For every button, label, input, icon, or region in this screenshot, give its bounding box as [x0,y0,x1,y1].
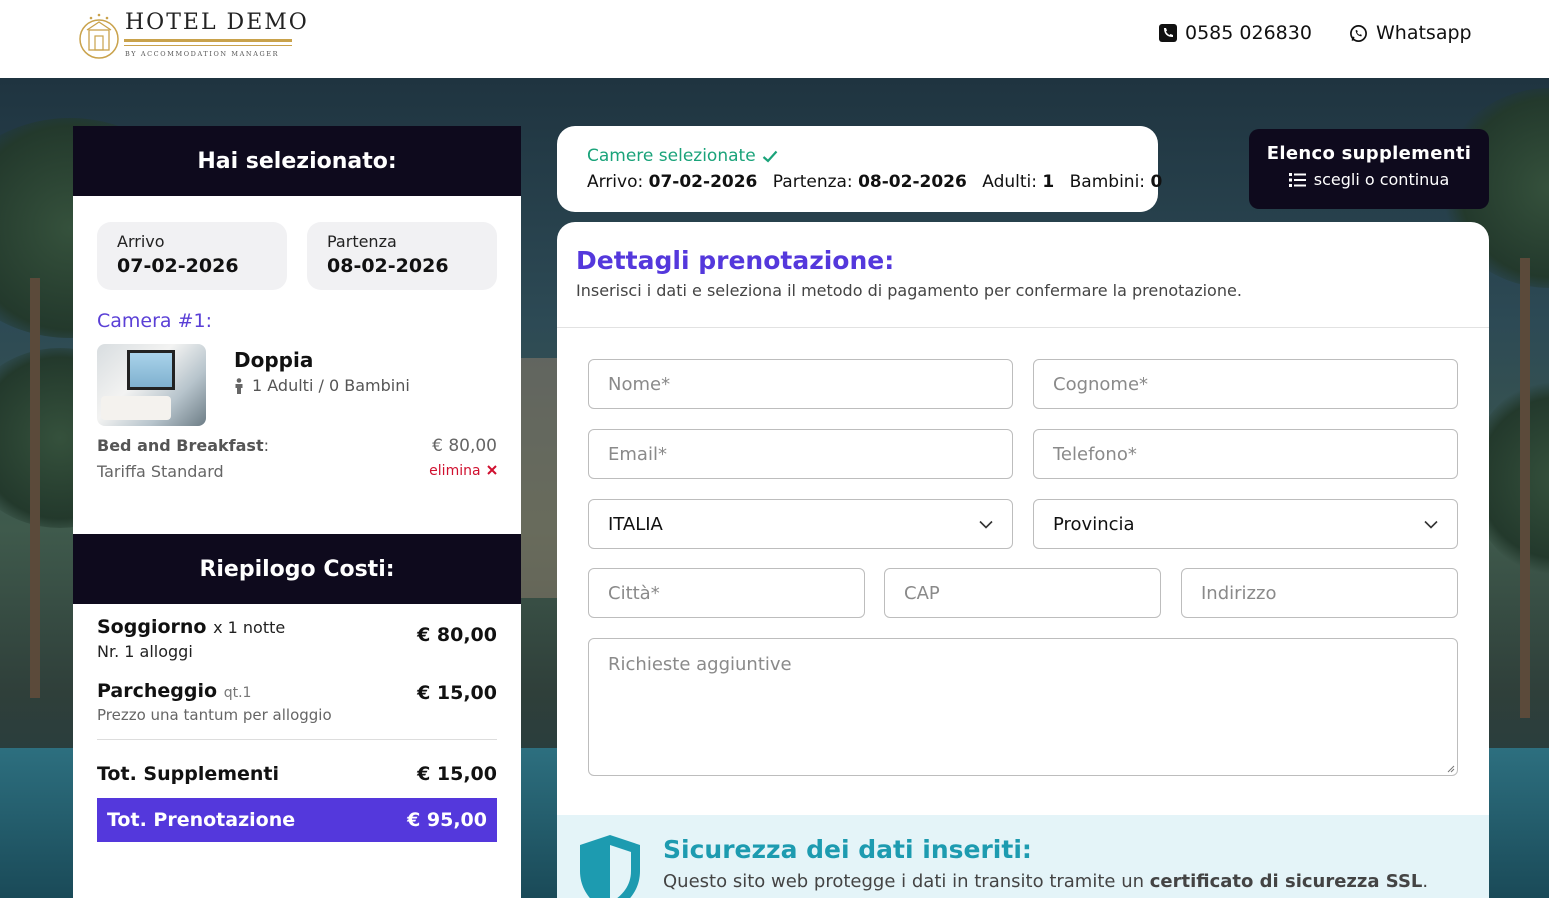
summary-departure-label: Partenza: [772,172,853,192]
security-text-bold: certificato di sicurezza SSL [1149,871,1423,892]
selection-heading: Hai selezionato: [73,126,521,196]
supplements-button[interactable]: Elenco supplementi scegli o continua [1249,129,1489,209]
arrival-label: Arrivo [117,232,165,251]
parking-label: Parcheggio [97,680,218,702]
rate-name: Bed and Breakfast: [97,436,269,455]
security-text: Questo sito web protegge i dati in trans… [663,871,1428,892]
arrival-date-box: Arrivo 07-02-2026 [97,222,287,290]
arrival-date: 07-02-2026 [117,255,239,277]
security-title: Sicurezza dei dati inseriti: [663,835,1032,864]
supplements-title: Elenco supplementi [1266,143,1472,164]
remove-room-button[interactable]: elimina [429,463,497,479]
total-booking-amount: € 95,00 [407,809,487,831]
selected-rooms-summary: Camere selezionate Arrivo: 07-02-2026 Pa… [557,126,1162,212]
summary-adults: 1 [1042,172,1055,192]
postal-code-input[interactable]: CAP [884,568,1161,618]
chevron-down-icon [979,520,993,529]
country-select[interactable]: ITALIA [588,499,1013,549]
summary-arrival-label: Arrivo: [587,172,644,192]
country-value: ITALIA [608,513,663,535]
total-supplements-row: Tot. Supplementi € 15,00 [97,763,497,785]
person-icon [235,377,243,394]
departure-date-box: Partenza 08-02-2026 [307,222,497,290]
phone-number: 0585 026830 [1185,22,1312,44]
stay-label: Soggiorno [97,616,207,638]
parking-qty: qt.1 [223,685,252,701]
selection-panel: Hai selezionato: Arrivo 07-02-2026 Parte… [73,126,521,898]
total-supplements-label: Tot. Supplementi [97,763,280,785]
form-title: Dettagli prenotazione: [576,246,895,275]
stay-nights: x 1 notte [213,618,286,637]
close-icon [487,465,497,475]
summary-arrival: 07-02-2026 [648,172,758,192]
rate-label: Bed and Breakfast [97,436,264,455]
logo-rule-thin [124,45,292,46]
summary-adults-label: Adulti: [982,172,1037,192]
logo-title: HOTEL DEMO [125,10,309,35]
form-subtitle: Inserisci i dati e seleziona il metodo d… [576,281,1242,300]
notes-textarea[interactable]: Richieste aggiuntive [588,638,1458,776]
hotel-logo[interactable]: HOTEL DEMO BY ACCOMMODATION MANAGER [78,10,307,64]
rate-type: Tariffa Standard [97,462,224,481]
security-notice: Sicurezza dei dati inseriti: Questo sito… [557,815,1489,898]
security-text-after: . [1422,871,1429,892]
booking-form-panel: Dettagli prenotazione: Inserisci i dati … [557,222,1489,898]
room-occupancy-text: 1 Adulti / 0 Bambini [252,376,410,395]
city-input[interactable]: Città* [588,568,865,618]
selected-rooms-details: Arrivo: 07-02-2026 Partenza: 08-02-2026 … [587,172,1162,192]
rate-price: € 80,00 [432,436,497,456]
resize-handle-icon[interactable] [1445,763,1455,773]
logo-rule [124,39,292,42]
parking-cost-row: Parcheggio qt.1 Prezzo una tantum per al… [97,680,497,724]
chevron-down-icon [1424,520,1438,529]
total-supplements-amount: € 15,00 [417,763,497,785]
summary-children: 0 [1150,172,1163,192]
room-occupancy: 1 Adulti / 0 Bambini [234,376,410,395]
parking-note: Prezzo una tantum per alloggio [97,706,332,724]
cost-divider [97,739,497,740]
form-divider [557,327,1489,328]
top-bar: HOTEL DEMO BY ACCOMMODATION MANAGER 0585… [0,0,1549,78]
shield-icon [580,835,640,898]
email-input[interactable]: Email* [588,429,1013,479]
supplements-subtitle-row: scegli o continua [1249,170,1489,189]
check-icon [762,150,777,163]
camera-title: Camera #1: [97,310,213,332]
address-input[interactable]: Indirizzo [1181,568,1458,618]
selected-rooms-label: Camere selezionate [587,146,756,166]
last-name-input[interactable]: Cognome* [1033,359,1458,409]
parking-amount: € 15,00 [417,682,497,704]
first-name-input[interactable]: Nome* [588,359,1013,409]
summary-children-label: Bambini: [1069,172,1146,192]
room-photo[interactable] [97,344,206,426]
departure-label: Partenza [327,232,397,251]
stay-cost-row: Soggiorno x 1 notte Nr. 1 alloggi € 80,0… [97,616,497,661]
phone-icon [1159,24,1177,42]
province-select[interactable]: Provincia [1033,499,1458,549]
whatsapp-link[interactable]: Whatsapp [1349,22,1472,44]
whatsapp-label: Whatsapp [1376,22,1472,44]
notes-placeholder: Richieste aggiuntive [608,654,792,675]
selected-rooms-title: Camere selezionate [587,146,1128,166]
departure-date: 08-02-2026 [327,255,449,277]
total-booking-row: Tot. Prenotazione € 95,00 [97,798,497,842]
province-value: Provincia [1053,513,1135,535]
phone-input[interactable]: Telefono* [1033,429,1458,479]
hotel-emblem-icon [79,13,119,59]
rate-colon: : [263,436,269,455]
whatsapp-icon [1350,24,1367,42]
summary-departure: 08-02-2026 [858,172,967,192]
list-icon [1288,172,1306,187]
room-name: Doppia [234,348,314,372]
security-text-before: Questo sito web protegge i dati in trans… [663,871,1150,892]
phone-link[interactable]: 0585 026830 [1159,22,1312,44]
cost-summary-heading: Riepilogo Costi: [73,534,521,604]
supplements-subtitle: scegli o continua [1313,170,1450,189]
remove-label: elimina [429,463,481,479]
logo-subtitle: BY ACCOMMODATION MANAGER [125,50,280,58]
total-booking-label: Tot. Prenotazione [107,809,296,831]
stay-amount: € 80,00 [417,624,497,646]
